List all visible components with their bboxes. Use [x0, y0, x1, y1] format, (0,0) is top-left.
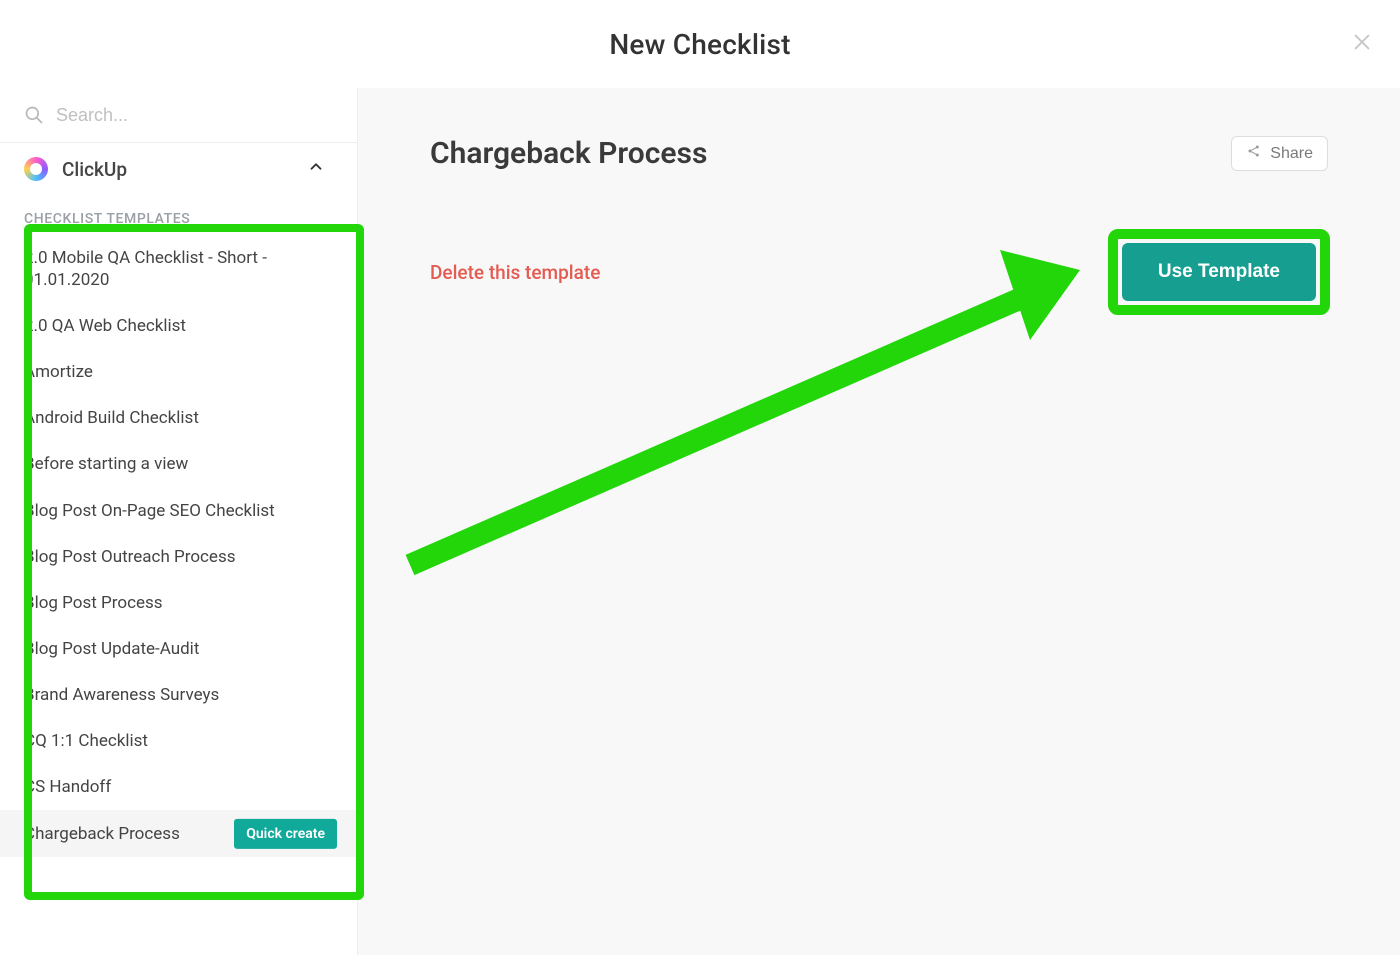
template-list-item-label: Amortize: [24, 362, 93, 382]
search-row[interactable]: [0, 88, 357, 143]
template-list-item-label: Brand Awareness Surveys: [24, 685, 219, 705]
delete-template-link[interactable]: Delete this template: [430, 261, 600, 284]
use-template-wrap: Use Template: [1110, 231, 1328, 313]
main-panel: Chargeback Process Share Delete this tem…: [358, 88, 1400, 955]
template-list-item[interactable]: 2.0 QA Web Checklist: [0, 303, 357, 349]
template-list-item[interactable]: CQ 1:1 Checklist: [0, 718, 357, 764]
template-list-item-label: Blog Post Process: [24, 593, 163, 613]
close-button[interactable]: [1348, 28, 1376, 56]
templates-section-label: CHECKLIST TEMPLATES: [0, 195, 357, 235]
share-icon: [1246, 143, 1262, 164]
template-list-item-label: 2.0 QA Web Checklist: [24, 316, 186, 336]
template-list-item-label: Blog Post Update-Audit: [24, 639, 199, 659]
chevron-up-icon: [307, 158, 325, 181]
template-title: Chargeback Process: [430, 136, 707, 171]
template-list-item[interactable]: Android Build Checklist: [0, 395, 357, 441]
template-list-item-label: Blog Post On-Page SEO Checklist: [24, 501, 275, 521]
share-button[interactable]: Share: [1231, 136, 1328, 171]
template-list-item[interactable]: Amortize: [0, 349, 357, 395]
template-list-item-label: Blog Post Outreach Process: [24, 547, 236, 567]
template-list-item[interactable]: Blog Post Update-Audit: [0, 626, 357, 672]
template-list-item[interactable]: Blog Post Outreach Process: [0, 534, 357, 580]
modal-body: ClickUp CHECKLIST TEMPLATES 2.0 Mobile Q…: [0, 88, 1400, 955]
main-header: Chargeback Process Share: [430, 136, 1328, 171]
sidebar: ClickUp CHECKLIST TEMPLATES 2.0 Mobile Q…: [0, 88, 358, 955]
template-list-item[interactable]: Blog Post On-Page SEO Checklist: [0, 488, 357, 534]
actions-row: Delete this template Use Template: [430, 231, 1328, 313]
search-input[interactable]: [56, 105, 337, 126]
template-list-item[interactable]: Blog Post Process: [0, 580, 357, 626]
modal-title: New Checklist: [609, 28, 790, 61]
template-list-item[interactable]: Before starting a view: [0, 441, 357, 487]
workspace-toggle[interactable]: ClickUp: [0, 143, 357, 195]
workspace-name: ClickUp: [62, 158, 127, 181]
template-list-item-label: Chargeback Process: [24, 823, 180, 845]
template-list-item[interactable]: Chargeback Process Quick create: [0, 810, 357, 857]
search-icon: [24, 104, 44, 126]
template-list-item-label: CQ 1:1 Checklist: [24, 731, 148, 751]
template-list-item[interactable]: CS Handoff: [0, 764, 357, 810]
template-list: 2.0 Mobile QA Checklist - Short - 01.01.…: [0, 235, 357, 857]
template-list-item-label: Android Build Checklist: [24, 408, 199, 428]
modal-header: New Checklist: [0, 0, 1400, 88]
template-list-item-label: Before starting a view: [24, 454, 188, 474]
clickup-logo-icon: [24, 157, 48, 181]
use-template-button[interactable]: Use Template: [1122, 243, 1316, 301]
close-icon: [1351, 31, 1373, 53]
template-list-item[interactable]: Brand Awareness Surveys: [0, 672, 357, 718]
template-list-item-label: CS Handoff: [24, 777, 111, 797]
quick-create-button[interactable]: Quick create: [234, 818, 337, 848]
share-label: Share: [1270, 145, 1313, 163]
template-list-item[interactable]: 2.0 Mobile QA Checklist - Short - 01.01.…: [0, 235, 357, 303]
template-list-item-label: 2.0 Mobile QA Checklist - Short - 01.01.…: [24, 248, 267, 290]
